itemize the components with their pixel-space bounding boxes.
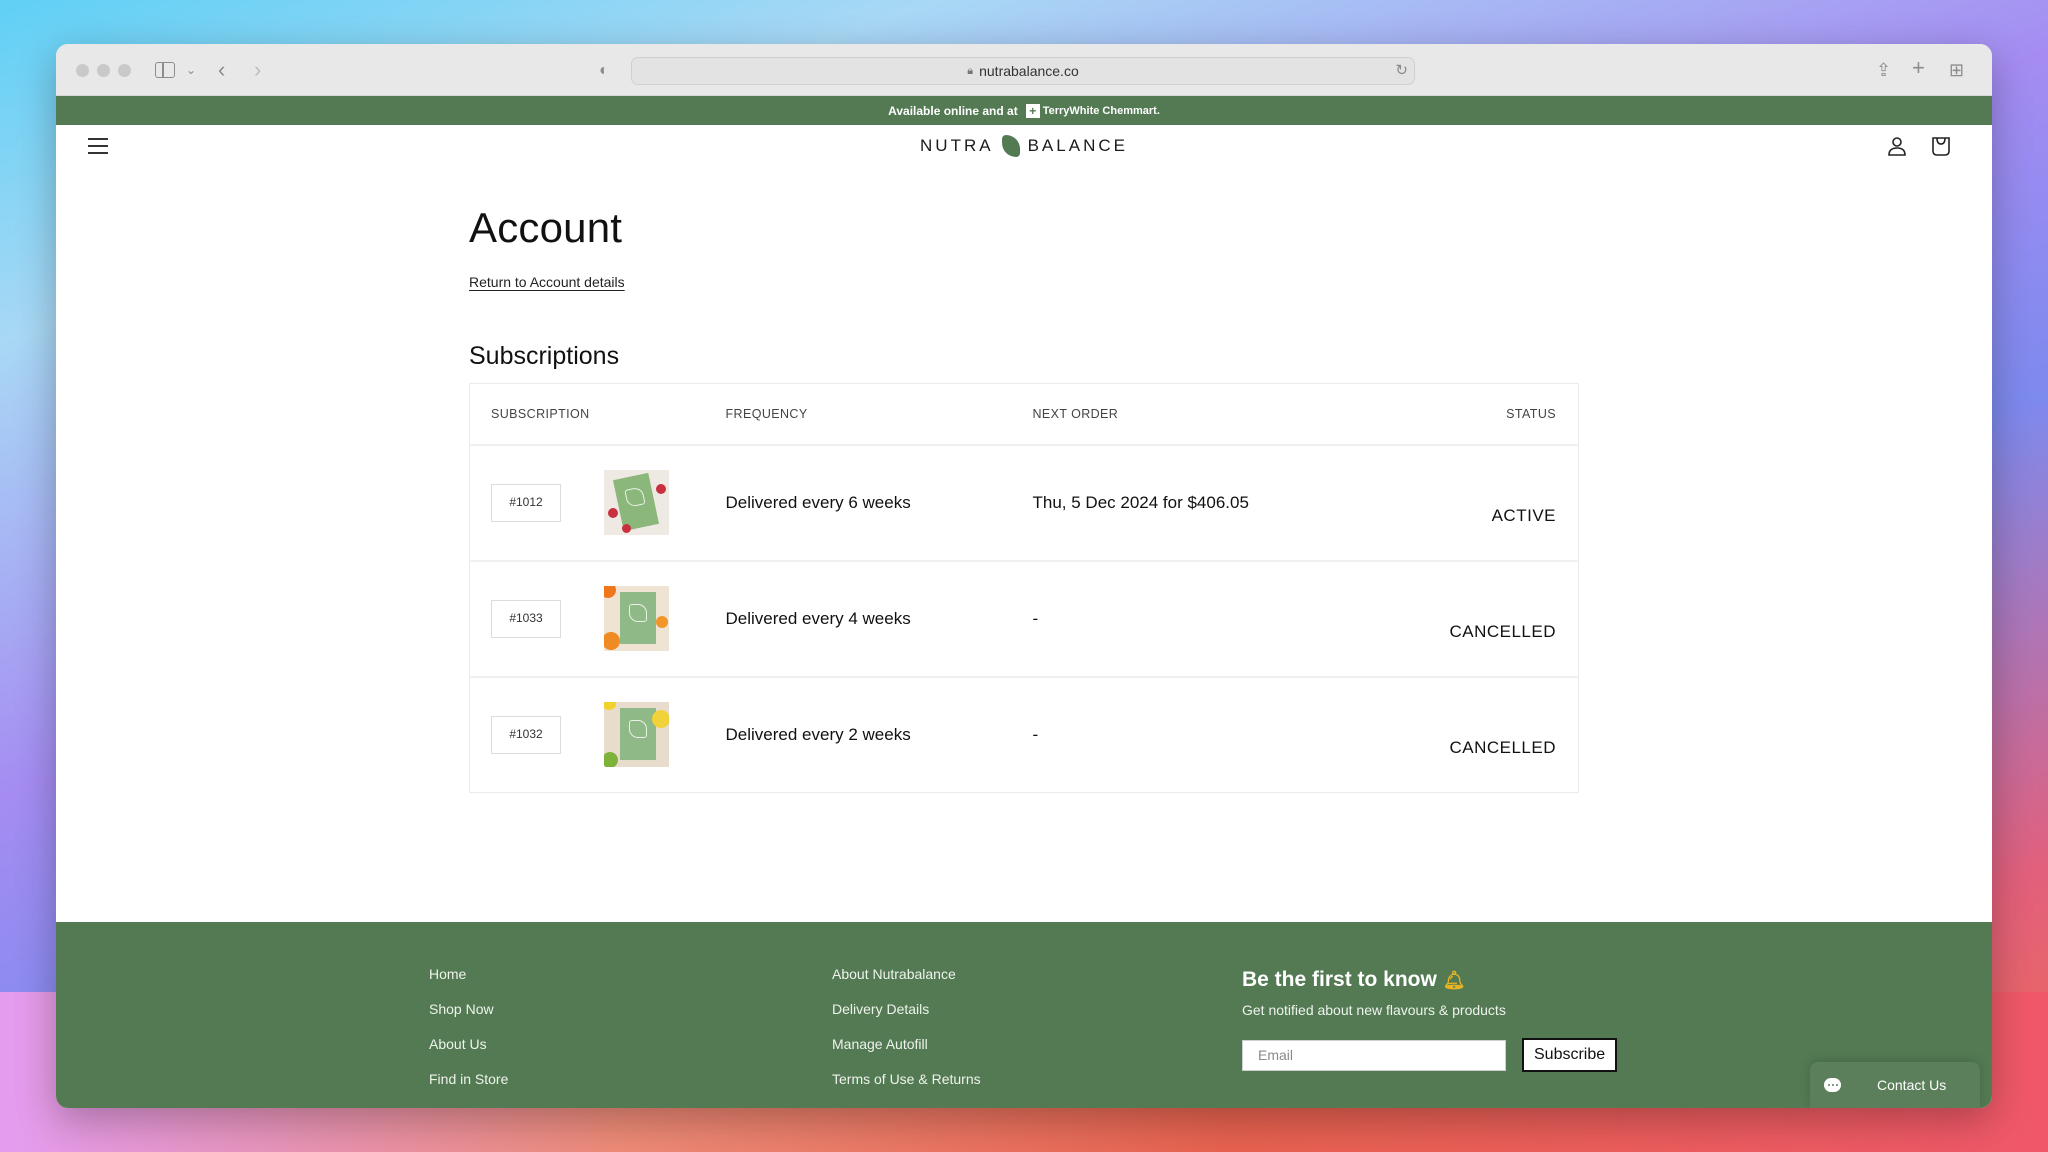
shield-icon[interactable]: ◐ (599, 59, 609, 83)
page-title: Account (469, 204, 623, 251)
header-subscription: SUBSCRIPTION (469, 383, 726, 446)
sidebar-icon[interactable] (155, 62, 175, 78)
share-icon[interactable]: ⇪ (1876, 58, 1891, 82)
site-header: NUTRA BALANCE (56, 125, 1992, 169)
account-main: Account Return to Account details Subscr… (469, 204, 1579, 793)
footer-link-home[interactable]: Home (429, 966, 508, 983)
site-logo[interactable]: NUTRA BALANCE (920, 135, 1128, 157)
contact-us-button[interactable]: Contact Us (1810, 1062, 1980, 1108)
next-order-cell: Thu, 5 Dec 2024 for $406.05 (1032, 444, 1403, 562)
zoom-window-button[interactable] (118, 64, 131, 77)
table-row[interactable]: #1012 Delivered every 6 weeks Thu, 5 Dec… (469, 444, 1579, 562)
bell-icon: 🔔︎ (1442, 970, 1466, 990)
status-cell: CANCELLED (1449, 738, 1556, 757)
email-input[interactable] (1242, 1039, 1506, 1071)
contact-us-label: Contact Us (1877, 1077, 1947, 1093)
minimize-window-button[interactable] (97, 64, 110, 77)
grid-icon[interactable]: ⊞ (1949, 58, 1964, 82)
plus-cross-icon: + (1025, 103, 1040, 118)
status-cell: CANCELLED (1402, 560, 1579, 678)
chevron-down-icon[interactable]: ⌄ (186, 58, 196, 82)
plus-icon[interactable]: + (1912, 56, 1925, 80)
subscribe-button[interactable]: Subscribe (1522, 1038, 1618, 1072)
subscription-id-badge[interactable]: #1012 (491, 483, 561, 522)
user-icon[interactable] (1886, 135, 1908, 157)
newsletter-title: Be the first to know 🔔︎ (1242, 968, 1617, 992)
close-window-button[interactable] (76, 64, 89, 77)
browser-toolbar: ⌄ ‹ › ◐ 🔒︎ nutrabalance.co ↻ ⇪ + ⊞ (56, 44, 1992, 96)
footer-link-delivery-details[interactable]: Delivery Details (832, 1001, 981, 1018)
footer-links-secondary: About Nutrabalance Delivery Details Mana… (832, 966, 981, 1088)
newsletter-title-text: Be the first to know (1242, 968, 1437, 991)
header-status: STATUS (1402, 383, 1579, 446)
product-thumbnail[interactable] (603, 586, 669, 651)
announcement-bar: Available online and at + TerryWhite Che… (56, 96, 1992, 125)
footer-link-terms[interactable]: Terms of Use & Returns (832, 1071, 981, 1088)
chat-icon (1824, 1078, 1841, 1092)
section-title: Subscriptions (469, 342, 620, 370)
table-header-row: SUBSCRIPTION FREQUENCY NEXT ORDER STATUS (469, 383, 1579, 446)
url-text: nutrabalance.co (979, 63, 1079, 79)
lock-icon: 🔒︎ (967, 64, 974, 77)
reload-icon[interactable]: ↻ (1395, 61, 1408, 79)
status-cell: ACTIVE (1402, 444, 1579, 562)
newsletter-form: Subscribe (1242, 1038, 1618, 1072)
subscription-id-badge[interactable]: #1032 (491, 715, 561, 754)
frequency-cell: Delivered every 2 weeks (725, 724, 911, 744)
return-to-account-link[interactable]: Return to Account details (469, 274, 625, 290)
browser-window: ⌄ ‹ › ◐ 🔒︎ nutrabalance.co ↻ ⇪ + ⊞ Avail… (56, 44, 1992, 1108)
footer-link-about-nutrabalance[interactable]: About Nutrabalance (832, 966, 981, 983)
footer-link-shop-now[interactable]: Shop Now (429, 1001, 508, 1018)
footer-link-about-us[interactable]: About Us (429, 1036, 508, 1053)
hamburger-icon[interactable] (88, 138, 108, 154)
partner-name: TerryWhite Chemmart. (1042, 104, 1160, 117)
next-order-cell: - (1032, 560, 1403, 678)
next-order-cell: - (1032, 724, 1039, 744)
announcement-text: Available online and at (888, 103, 1018, 118)
table-row[interactable]: #1032 Delivered every 2 weeks - CANCELLE… (470, 677, 1579, 793)
chevron-right-icon[interactable]: › (254, 58, 261, 82)
frequency-cell: Delivered every 4 weeks (725, 560, 1033, 678)
logo-text-left: NUTRA (920, 136, 994, 155)
header-frequency: FREQUENCY (725, 383, 1033, 446)
newsletter-subtitle: Get notified about new flavours & produc… (1242, 1002, 1506, 1018)
logo-text-right: BALANCE (1027, 136, 1128, 155)
window-controls (76, 64, 131, 77)
chevron-left-icon[interactable]: ‹ (218, 58, 225, 82)
bag-icon[interactable] (1930, 135, 1952, 157)
site-footer: Home Shop Now About Us Find in Store Abo… (56, 922, 1992, 1108)
partner-logo: + TerryWhite Chemmart. (1025, 103, 1160, 118)
footer-link-find-in-store[interactable]: Find in Store (429, 1071, 508, 1088)
footer-link-manage-autofill[interactable]: Manage Autofill (832, 1036, 981, 1053)
frequency-cell: Delivered every 6 weeks (725, 444, 1033, 562)
product-thumbnail[interactable] (603, 702, 669, 768)
header-next-order: NEXT ORDER (1032, 383, 1403, 446)
leaf-icon (1001, 135, 1020, 157)
newsletter-signup: Be the first to know 🔔︎ Get notified abo… (1242, 968, 1618, 1072)
footer-links-primary: Home Shop Now About Us Find in Store (429, 966, 508, 1088)
table-row[interactable]: #1033 Delivered every 4 weeks - CANCELLE… (469, 560, 1579, 678)
address-bar[interactable]: 🔒︎ nutrabalance.co ↻ (631, 57, 1415, 85)
product-thumbnail[interactable] (603, 470, 669, 535)
subscription-id-badge[interactable]: #1033 (491, 599, 561, 638)
subscriptions-table: SUBSCRIPTION FREQUENCY NEXT ORDER STATUS… (469, 383, 1579, 793)
